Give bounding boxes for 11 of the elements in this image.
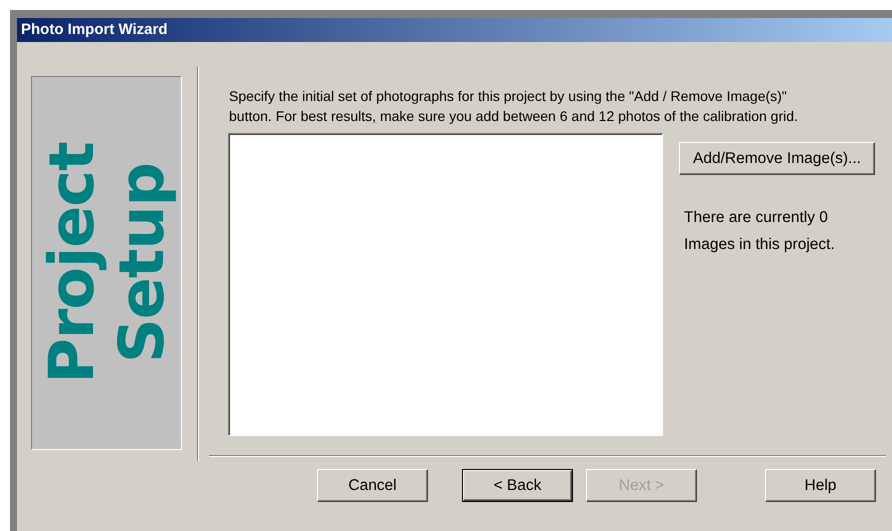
status-text: Images in this project. bbox=[684, 235, 836, 255]
wizard-button[interactable]: < Back bbox=[462, 469, 573, 502]
banner-title: Setup bbox=[106, 163, 176, 363]
banner-title: Project bbox=[36, 142, 106, 384]
status-text: There are currently 0 bbox=[684, 208, 829, 228]
image-list[interactable] bbox=[228, 133, 663, 436]
add-remove-button[interactable]: Add/Remove Image(s)... bbox=[679, 142, 875, 175]
wizard-button[interactable]: Cancel bbox=[317, 469, 428, 502]
instructions-text: Specify the initial set of photographs for this project by using the "Add / Remove Image(s)" button. For best results, make sure you add between 6 and 12 photos of the calibration grid. bbox=[229, 87, 799, 126]
window-title: Photo Import Wizard bbox=[17, 18, 892, 42]
wizard-button[interactable]: Help bbox=[765, 469, 876, 502]
